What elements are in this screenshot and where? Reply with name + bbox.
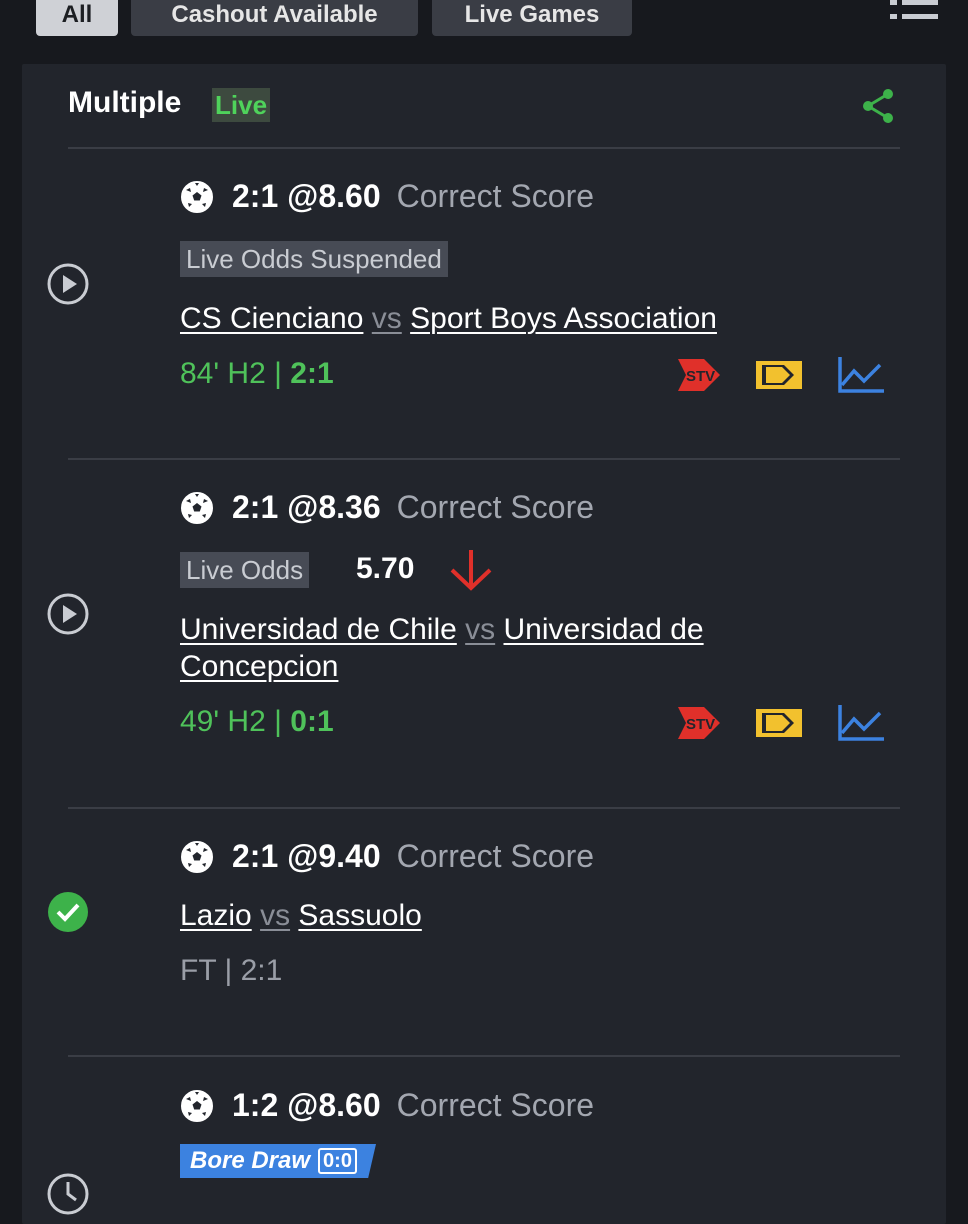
match-link[interactable]: Lazio vs Sassuolo [180, 897, 780, 934]
live-badge: Live [212, 88, 271, 122]
match-link[interactable]: CS Cienciano vs Sport Boys Association [180, 300, 780, 337]
selection-title: 2:1 @9.40 Correct Score [180, 838, 594, 875]
clock-icon [47, 1173, 89, 1215]
bore-draw-badge: Bore Draw 0:0 [180, 1144, 376, 1178]
stats-chart-icon[interactable] [836, 703, 886, 743]
match-status: 84' H2 | 2:1 [180, 357, 334, 390]
match-link[interactable]: Universidad de Chile vs Universidad de C… [180, 611, 740, 685]
match-tracker-icon[interactable] [754, 355, 804, 395]
stv-icon[interactable]: STV [672, 355, 722, 395]
soccer-ball-icon [181, 1089, 213, 1122]
match-status: 49' H2 | 0:1 [180, 705, 334, 738]
svg-text:STV: STV [686, 716, 715, 733]
filter-cashout-button[interactable]: Cashout Available [131, 0, 418, 36]
play-icon[interactable] [46, 262, 90, 306]
match-tracker-icon[interactable] [754, 703, 804, 743]
live-odds-value: 5.70 [356, 552, 415, 585]
divider [68, 147, 900, 149]
soccer-ball-icon [181, 180, 213, 213]
stats-chart-icon[interactable] [836, 355, 886, 395]
selection-title: 2:1 @8.60 Correct Score [180, 178, 594, 215]
check-icon [48, 892, 88, 932]
soccer-ball-icon [181, 491, 213, 524]
arrow-down-icon [450, 550, 492, 591]
selection-title: 2:1 @8.36 Correct Score [180, 489, 594, 526]
soccer-ball-icon [181, 840, 213, 873]
bet-type-title: Multiple [68, 86, 182, 119]
divider [68, 1055, 900, 1057]
divider [68, 807, 900, 809]
filter-live-games-button[interactable]: Live Games [432, 0, 632, 36]
share-icon[interactable] [860, 88, 896, 124]
divider [68, 458, 900, 460]
filter-all-button[interactable]: All [36, 0, 118, 36]
live-odds-tag: Live Odds [180, 552, 310, 588]
match-status: FT | 2:1 [180, 954, 283, 987]
stv-icon[interactable]: STV [672, 703, 722, 743]
list-menu-icon[interactable] [890, 0, 938, 24]
play-icon[interactable] [46, 592, 90, 636]
selection-title: 1:2 @8.60 Correct Score [180, 1087, 594, 1124]
live-odds-suspended-tag: Live Odds Suspended [180, 241, 448, 277]
svg-text:STV: STV [686, 368, 715, 385]
